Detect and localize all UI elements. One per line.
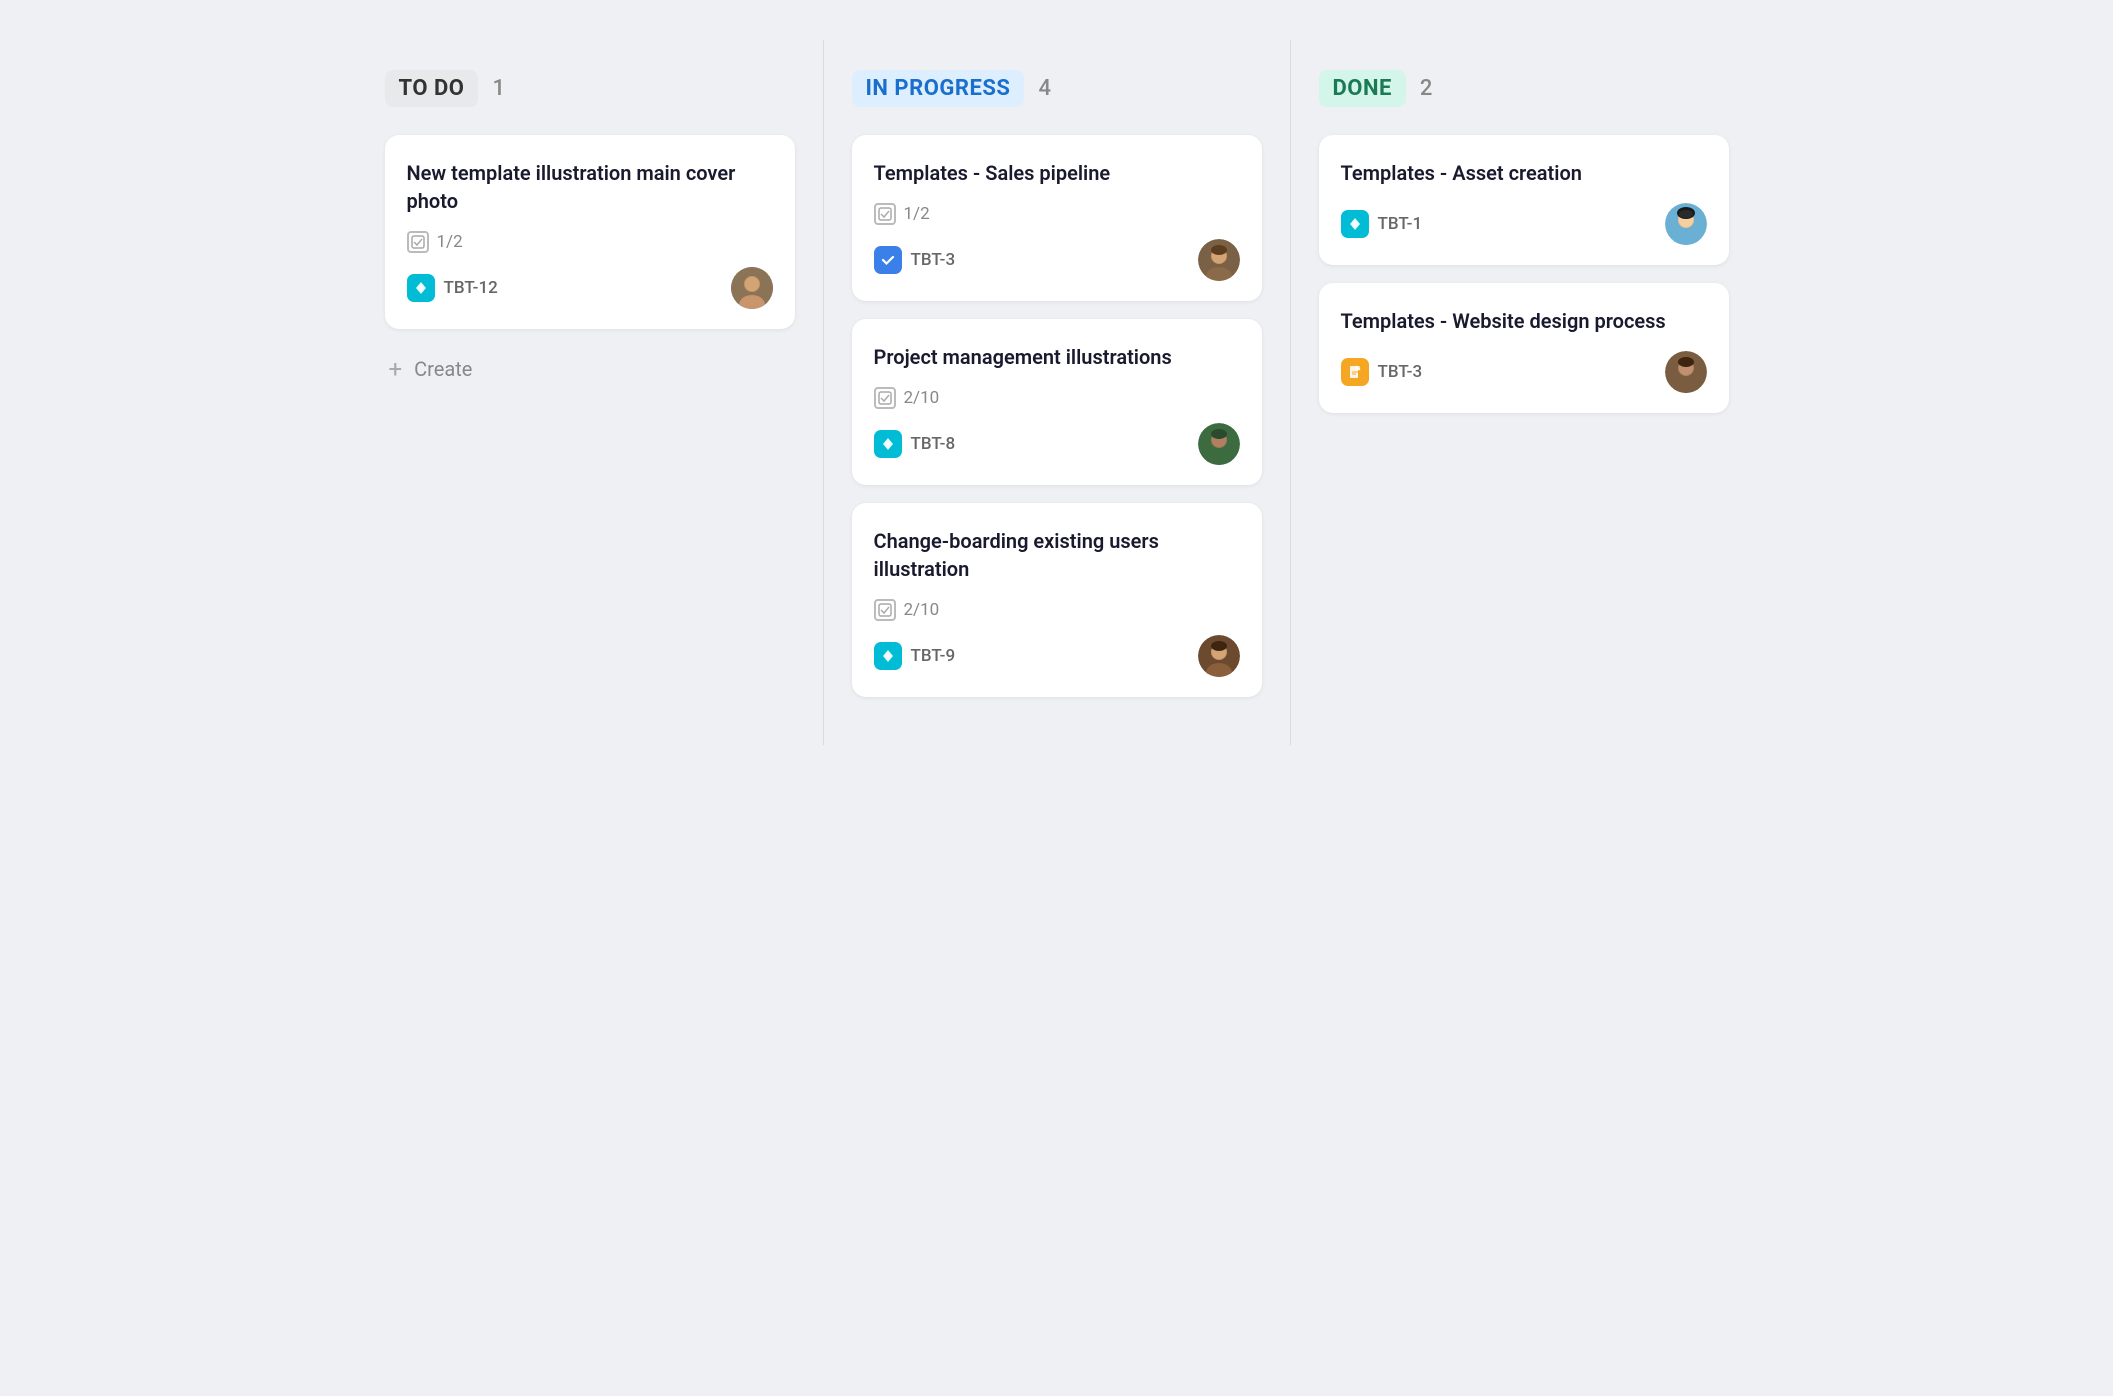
card-meta: TBT-3	[1341, 351, 1707, 393]
ticket-badge-diamond	[874, 430, 902, 458]
ticket-id: TBT-3	[1378, 362, 1423, 382]
avatar-woman-1	[1665, 203, 1707, 245]
ticket-row: TBT-8	[874, 430, 956, 458]
card-meta: TBT-12	[407, 267, 773, 309]
card-todo-1[interactable]: New template illustration main cover pho…	[385, 135, 795, 329]
avatar-man-5	[1665, 351, 1707, 393]
card-done-1[interactable]: Templates - Asset creation TBT-1	[1319, 135, 1729, 265]
card-ip-2[interactable]: Project management illustrations 2/10	[852, 319, 1262, 485]
inprogress-label: IN PROGRESS	[852, 70, 1025, 107]
avatar-man-4	[1198, 635, 1240, 677]
ticket-badge-diamond	[874, 642, 902, 670]
ticket-row: TBT-12	[407, 274, 498, 302]
ticket-row: TBT-3	[874, 246, 956, 274]
column-inprogress: IN PROGRESS 4 Templates - Sales pipeline…	[824, 40, 1291, 745]
todo-header: TO DO 1	[385, 70, 795, 107]
card-title: Templates - Asset creation	[1341, 159, 1707, 187]
avatar-man-3	[1198, 423, 1240, 465]
checklist-count: 1/2	[904, 204, 930, 224]
ticket-row: TBT-9	[874, 642, 956, 670]
column-todo: TO DO 1 New template illustration main c…	[357, 40, 824, 745]
checklist-row: 2/10	[874, 599, 1240, 621]
checklist-icon	[874, 203, 896, 225]
checklist-count: 2/10	[904, 388, 940, 408]
avatar-man-2	[1198, 239, 1240, 281]
column-done: DONE 2 Templates - Asset creation TBT-1	[1291, 40, 1757, 745]
ticket-row: TBT-1	[1341, 210, 1423, 238]
checklist-icon	[407, 231, 429, 253]
checklist-count: 2/10	[904, 600, 940, 620]
card-meta: TBT-1	[1341, 203, 1707, 245]
ticket-badge-diamond	[1341, 210, 1369, 238]
todo-count: 1	[492, 76, 505, 101]
card-title: Templates - Website design process	[1341, 307, 1707, 335]
plus-icon: +	[389, 355, 403, 383]
checklist-icon	[874, 599, 896, 621]
checklist-row: 1/2	[407, 231, 773, 253]
ticket-row: TBT-3	[1341, 358, 1423, 386]
ticket-badge-check	[874, 246, 902, 274]
create-label: Create	[414, 357, 472, 381]
done-header: DONE 2	[1319, 70, 1729, 107]
ticket-id: TBT-12	[444, 278, 498, 298]
create-button[interactable]: + Create	[385, 347, 795, 391]
ticket-id: TBT-1	[1378, 214, 1423, 234]
avatar-man-1	[731, 267, 773, 309]
checklist-icon	[874, 387, 896, 409]
ticket-badge-diamond	[407, 274, 435, 302]
card-meta: TBT-9	[874, 635, 1240, 677]
card-meta: TBT-8	[874, 423, 1240, 465]
inprogress-header: IN PROGRESS 4	[852, 70, 1262, 107]
todo-label: TO DO	[385, 70, 479, 107]
card-title: Templates - Sales pipeline	[874, 159, 1240, 187]
kanban-board: TO DO 1 New template illustration main c…	[357, 40, 1757, 745]
done-label: DONE	[1319, 70, 1406, 107]
done-count: 2	[1420, 76, 1433, 101]
ticket-badge-file	[1341, 358, 1369, 386]
card-title: New template illustration main cover pho…	[407, 159, 773, 215]
ticket-id: TBT-9	[911, 646, 956, 666]
card-meta: TBT-3	[874, 239, 1240, 281]
inprogress-count: 4	[1038, 76, 1051, 101]
card-title: Change-boarding existing users illustrat…	[874, 527, 1240, 583]
checklist-row: 2/10	[874, 387, 1240, 409]
ticket-id: TBT-3	[911, 250, 956, 270]
card-done-2[interactable]: Templates - Website design process TBT-3	[1319, 283, 1729, 413]
ticket-id: TBT-8	[911, 434, 956, 454]
checklist-row: 1/2	[874, 203, 1240, 225]
card-ip-1[interactable]: Templates - Sales pipeline 1/2	[852, 135, 1262, 301]
card-title: Project management illustrations	[874, 343, 1240, 371]
checklist-count: 1/2	[437, 232, 463, 252]
card-ip-3[interactable]: Change-boarding existing users illustrat…	[852, 503, 1262, 697]
